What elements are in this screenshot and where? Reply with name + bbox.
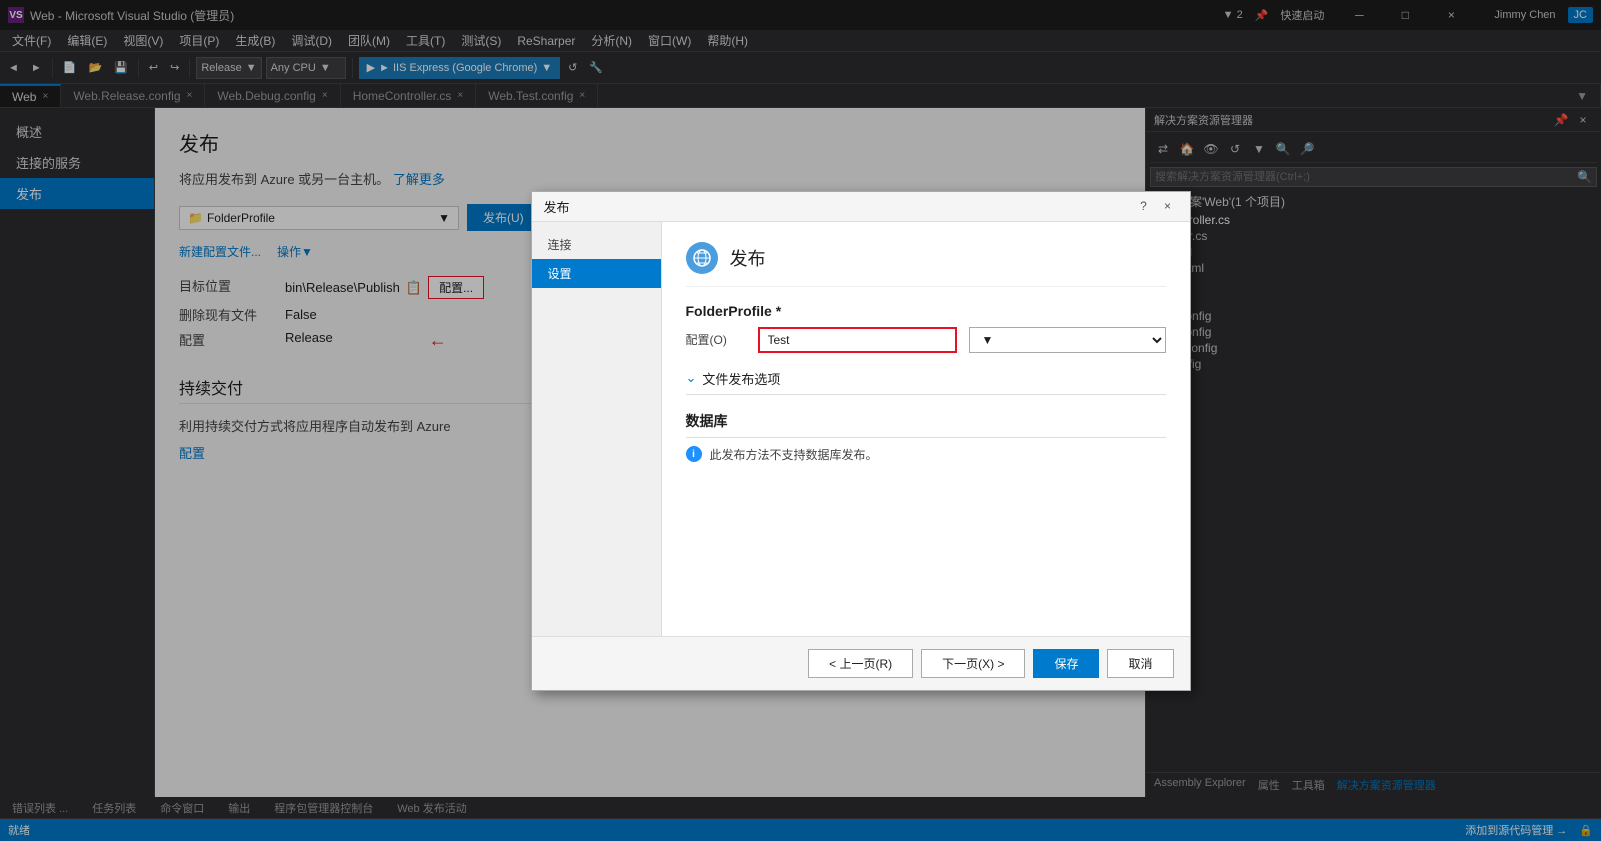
next-button[interactable]: 下一页(X) > (921, 649, 1025, 678)
db-info-text: 此发布方法不支持数据库发布。 (710, 446, 878, 463)
dialog-nav: 连接 设置 (532, 222, 662, 636)
folder-profile-section: FolderProfile * 配置(O) ▼ (686, 303, 1166, 353)
dialog-nav-settings[interactable]: 设置 (532, 259, 661, 288)
db-info-row: i 此发布方法不支持数据库发布。 (686, 446, 1166, 463)
dialog-header: 发布 (686, 242, 1166, 287)
save-button[interactable]: 保存 (1033, 649, 1099, 678)
dialog-close-btn[interactable]: × (1158, 196, 1178, 216)
file-publish-collapse-btn[interactable]: ⌄ (686, 370, 697, 386)
dialog-controls: ? × (1134, 196, 1178, 216)
dialog-header-title: 发布 (730, 245, 766, 271)
publish-dialog: 发布 ? × 连接 设置 (531, 191, 1191, 691)
info-icon: i (686, 446, 702, 462)
config-field-label: 配置(O) (686, 331, 746, 348)
config-field-row: 配置(O) ▼ (686, 327, 1166, 353)
dialog-header-icon (686, 242, 718, 274)
file-publish-section: ⌄ 文件发布选项 (686, 369, 1166, 395)
db-title: 数据库 (686, 411, 1166, 438)
dialog-body: 连接 设置 发布 (532, 222, 1190, 636)
dialog-help-btn[interactable]: ? (1134, 196, 1154, 216)
globe-icon (693, 249, 711, 267)
dialog-content: 发布 FolderProfile * 配置(O) ▼ ⌄ (662, 222, 1190, 636)
config-field-input[interactable] (758, 327, 957, 353)
dialog-title: 发布 (544, 197, 570, 216)
cancel-button[interactable]: 取消 (1107, 649, 1173, 678)
dialog-footer: < 上一页(R) 下一页(X) > 保存 取消 (532, 636, 1190, 690)
config-field-select[interactable]: ▼ (969, 327, 1166, 353)
dialog-overlay: 发布 ? × 连接 设置 (0, 0, 1601, 841)
dialog-nav-connect[interactable]: 连接 (532, 230, 661, 259)
folder-profile-title: FolderProfile * (686, 303, 1166, 319)
db-section: 数据库 i 此发布方法不支持数据库发布。 (686, 411, 1166, 463)
dialog-titlebar: 发布 ? × (532, 192, 1190, 222)
file-publish-label: 文件发布选项 (702, 369, 780, 388)
prev-button[interactable]: < 上一页(R) (808, 649, 913, 678)
